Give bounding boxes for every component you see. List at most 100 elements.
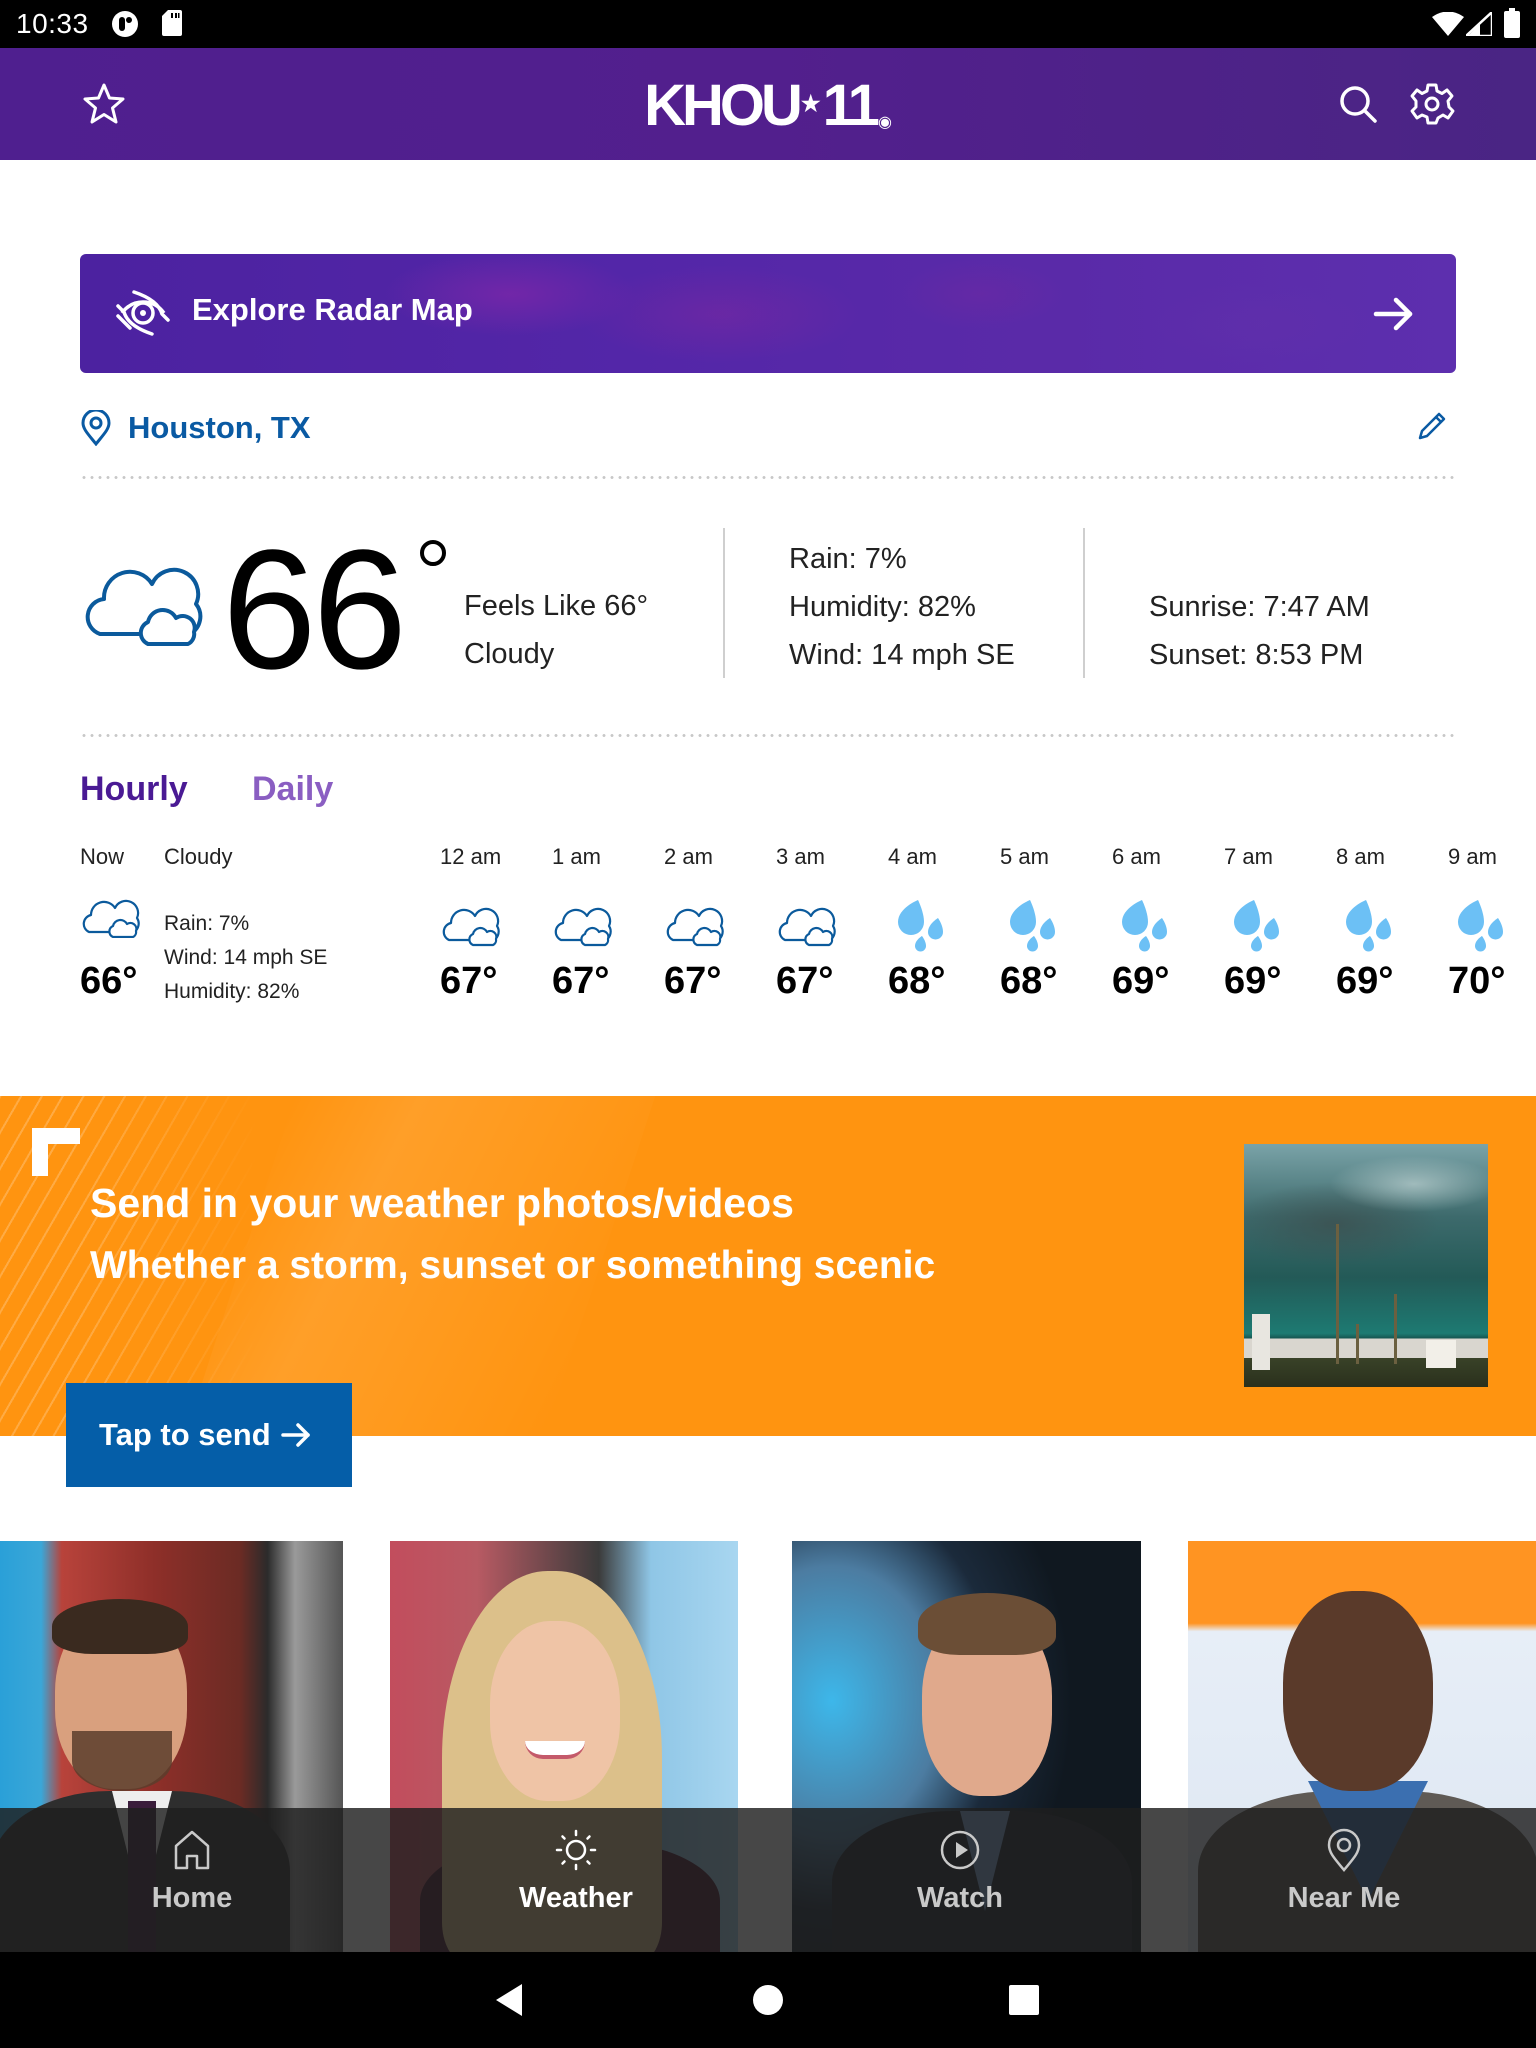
current-temperature: 66 <box>222 515 407 705</box>
cell-signal-icon <box>1466 12 1492 36</box>
sign-post <box>1252 1314 1270 1370</box>
location-name[interactable]: Houston, TX <box>128 410 311 446</box>
cloudy-icon <box>666 907 724 947</box>
back-icon[interactable] <box>486 1976 534 2024</box>
app-header: KHOU★11 ◉ <box>0 48 1536 160</box>
now-condition: Cloudy <box>164 844 233 869</box>
hour-temperature: 69° <box>1224 960 1282 1002</box>
hour-time: 12 am <box>440 844 502 869</box>
hour-temperature: 69° <box>1112 960 1170 1002</box>
wifi-icon <box>1432 12 1464 36</box>
hour-temperature: 68° <box>888 960 946 1002</box>
gear-icon[interactable] <box>1408 80 1456 128</box>
degree-symbol <box>420 540 446 566</box>
nav-near-me[interactable]: Near Me <box>1152 1808 1536 1952</box>
map-pin-icon <box>1327 1828 1361 1872</box>
hour-temperature: 67° <box>664 960 722 1002</box>
search-icon[interactable] <box>1334 80 1382 128</box>
radar-label: Explore Radar Map <box>192 292 473 327</box>
rain-icon <box>1458 900 1503 952</box>
rain-chance: Rain: 7% <box>789 543 907 575</box>
tab-daily[interactable]: Daily <box>252 770 333 809</box>
explore-radar-map-button[interactable]: Explore Radar Map <box>80 254 1456 373</box>
location-row: Houston, TX <box>80 404 1456 452</box>
hour-time: 1 am <box>552 844 601 869</box>
hourly-item: 5 am 68° <box>1000 844 1080 1014</box>
nav-home[interactable]: Home <box>0 1808 384 1952</box>
feels-like: Feels Like 66° <box>464 590 649 622</box>
utility-pole <box>1356 1324 1359 1364</box>
map-pin-icon <box>81 410 111 446</box>
hourly-item: 6 am 69° <box>1112 844 1192 1014</box>
nav-watch[interactable]: Watch <box>768 1808 1152 1952</box>
now-wind: Wind: 14 mph SE <box>164 946 328 969</box>
nav-label: Weather <box>519 1882 633 1914</box>
hour-temperature: 69° <box>1336 960 1394 1002</box>
hourly-item: 7 am 69° <box>1224 844 1304 1014</box>
rain-icon <box>898 900 943 952</box>
bottom-navigation: Home Weather Watch Near Me <box>0 1808 1536 1952</box>
current-condition: Cloudy <box>464 638 555 670</box>
home-circle-icon[interactable] <box>744 1976 792 2024</box>
utility-pole <box>1336 1224 1339 1364</box>
hour-time: 4 am <box>888 844 937 869</box>
hour-time: 7 am <box>1224 844 1273 869</box>
pencil-icon[interactable] <box>1414 408 1450 444</box>
cloudy-icon <box>442 907 500 947</box>
arrow-right-icon <box>281 1423 310 1447</box>
recents-icon[interactable] <box>1000 1976 1048 2024</box>
hour-time: 3 am <box>776 844 825 869</box>
storm-clouds-photo <box>1244 1144 1488 1387</box>
vertical-divider <box>723 528 725 678</box>
battery-icon <box>1504 8 1520 38</box>
status-bar: 10:33 <box>0 0 1536 48</box>
hour-time: 9 am <box>1448 844 1497 869</box>
radar-icon <box>116 288 170 338</box>
hourly-item: 4 am 68° <box>888 844 968 1014</box>
rain-icon <box>1346 900 1391 952</box>
hourly-item: 2 am 67° <box>664 844 744 1014</box>
tab-hourly[interactable]: Hourly <box>80 770 188 809</box>
wind: Wind: 14 mph SE <box>789 639 1015 671</box>
hourly-item: 12 am 67° <box>440 844 520 1014</box>
nav-weather[interactable]: Weather <box>384 1808 768 1952</box>
sun-icon <box>555 1829 597 1871</box>
cloudy-icon <box>778 907 836 947</box>
nav-label: Home <box>151 1882 233 1914</box>
send-button-label: Tap to send <box>99 1417 271 1452</box>
utility-pole <box>1394 1294 1397 1364</box>
hour-time: 2 am <box>664 844 713 869</box>
hourly-item: 3 am 67° <box>776 844 856 1014</box>
promo-subtitle: Whether a storm, sunset or something sce… <box>90 1244 936 1287</box>
sunset: Sunset: 8:53 PM <box>1149 639 1364 671</box>
hour-time: 8 am <box>1336 844 1385 869</box>
nav-label: Watch <box>917 1882 1003 1914</box>
hour-time: 6 am <box>1112 844 1161 869</box>
nav-label: Near Me <box>1287 1882 1401 1914</box>
logo-number: 11 <box>822 73 880 138</box>
promo-title: Send in your weather photos/videos <box>90 1180 794 1226</box>
divider <box>80 476 1456 479</box>
rain-icon <box>1010 900 1055 952</box>
status-time: 10:33 <box>16 8 89 39</box>
arrow-right-icon <box>1373 297 1413 331</box>
corner-bracket-icon <box>32 1128 80 1176</box>
hour-temperature: 70° <box>1448 960 1506 1002</box>
cloudy-icon <box>82 899 140 938</box>
play-icon <box>940 1830 980 1870</box>
khou-logo: KHOU★11 ◉ <box>0 72 1536 155</box>
cloudy-icon <box>554 907 612 947</box>
home-icon <box>174 1830 210 1870</box>
humidity: Humidity: 82% <box>789 591 976 623</box>
rain-icon <box>1234 900 1279 952</box>
sd-card-icon <box>162 10 182 36</box>
hour-temperature: 67° <box>776 960 834 1002</box>
tap-to-send-button[interactable]: Tap to send <box>66 1383 352 1487</box>
hourly-item: 1 am 67° <box>552 844 632 1014</box>
app-notification-icon <box>112 11 138 37</box>
cloudy-icon <box>85 567 203 646</box>
hourly-item: 8 am 69° <box>1336 844 1416 1014</box>
hourly-item: 9 am 70° <box>1448 844 1528 1014</box>
logo-cbs-icon: ◉ <box>877 114 892 131</box>
rain-icon <box>1122 900 1167 952</box>
